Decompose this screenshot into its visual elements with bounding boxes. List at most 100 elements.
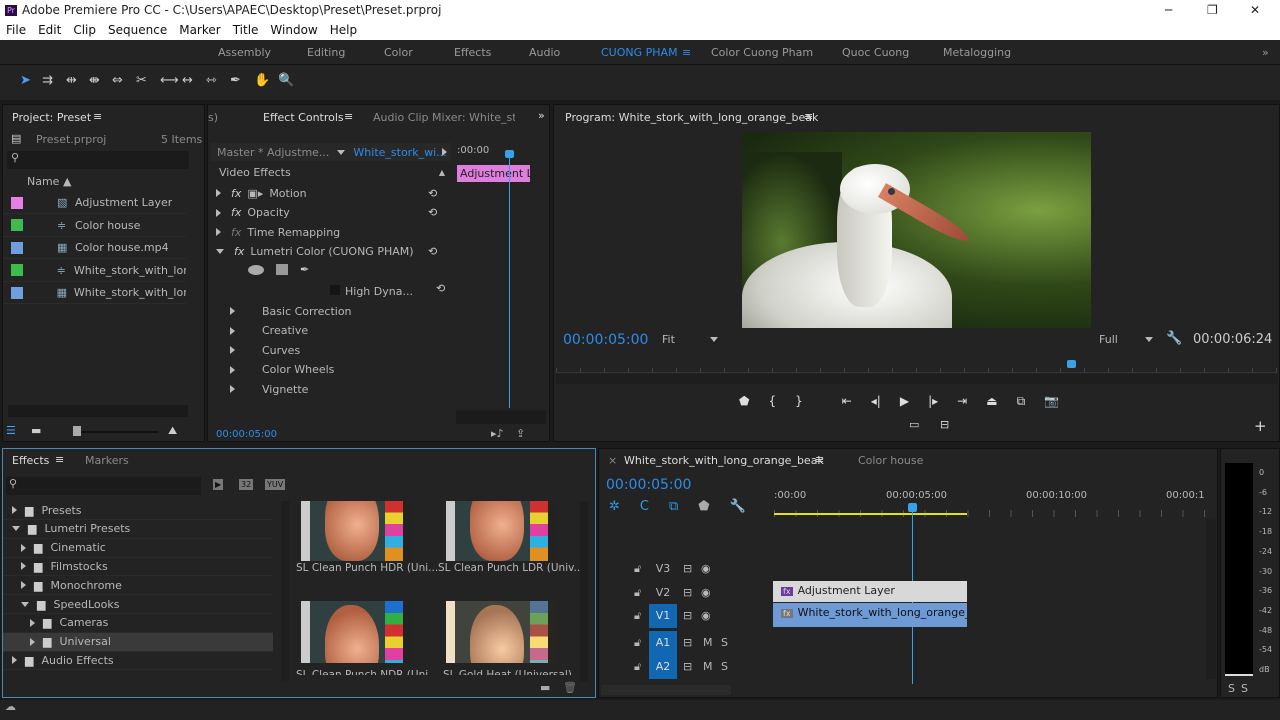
fx-toggle-icon[interactable]: fx — [231, 187, 241, 200]
collapsed-icon[interactable] — [12, 656, 17, 665]
effects-tree-item[interactable]: ▆ SpeedLooks — [3, 595, 273, 614]
work-area-bar[interactable] — [774, 513, 967, 515]
add-marker-icon[interactable]: ⬟ — [698, 499, 709, 514]
folder-up-icon[interactable]: ▤ — [11, 132, 21, 145]
close-button[interactable]: ✕ — [1250, 3, 1260, 17]
time-ruler[interactable]: :00:00 00:00:05:00 00:00:10:00 00:00:1 — [774, 487, 1214, 517]
solo-left-button[interactable]: S — [1228, 682, 1235, 695]
preset-name[interactable]: SL Clean Punch HDR (Uni... — [296, 562, 438, 574]
pen-mask-icon[interactable]: ✒ — [300, 263, 309, 276]
32bit-effects-icon[interactable]: 32 — [239, 479, 254, 490]
preset-name[interactable]: SL Clean Punch LDR (Univ... — [438, 562, 584, 574]
workspace-editing[interactable]: Editing — [307, 46, 345, 59]
button-editor-icon[interactable]: + — [1254, 417, 1267, 435]
effect-controls-tab[interactable]: Effect Controls — [263, 111, 344, 124]
panel-menu-icon[interactable]: ≡ — [93, 110, 102, 123]
more-workspaces-icon[interactable]: » — [1262, 46, 1269, 59]
project-search-input[interactable]: ⚲ — [7, 151, 189, 169]
panel-menu-icon[interactable]: ≡ — [804, 110, 813, 123]
sync-lock-icon[interactable]: ⊟ — [683, 636, 692, 649]
collapsed-icon[interactable] — [12, 506, 17, 514]
timeline-zoom-scrollbar[interactable] — [601, 685, 731, 695]
mark-in-icon[interactable]: { — [768, 394, 776, 409]
timeline-vertical-scrollbar[interactable] — [1206, 519, 1216, 679]
collapsed-icon[interactable] — [230, 365, 235, 374]
collapsed-icon[interactable] — [216, 189, 221, 197]
step-back-icon[interactable]: ◂| — [871, 394, 881, 409]
step-forward-icon[interactable]: |▸ — [928, 394, 938, 409]
project-item[interactable]: ▦ Color house.mp4 — [3, 237, 186, 259]
ellipse-mask-icon[interactable] — [248, 264, 264, 275]
solo-right-button[interactable]: S — [1241, 682, 1248, 695]
menu-edit[interactable]: Edit — [38, 23, 61, 37]
workspace-metalogging[interactable]: Metalogging — [943, 46, 1011, 59]
track-header[interactable]: 🔓︎ A1 ⊟ M S — [599, 631, 774, 655]
program-time-ruler[interactable] — [556, 361, 1278, 373]
sequence-tab[interactable]: White_stork_with_long_orange_beak — [624, 454, 824, 467]
lumetri-section[interactable]: Vignette — [208, 378, 448, 400]
lock-icon[interactable]: 🔓︎ — [634, 660, 641, 674]
collapsed-icon[interactable] — [30, 637, 35, 646]
stork-video-clip[interactable]: fx White_stork_with_long_orange_be — [773, 603, 967, 627]
sync-lock-icon[interactable]: ⊟ — [683, 660, 692, 673]
lock-icon[interactable]: 🔓︎ — [634, 636, 641, 650]
lift-icon[interactable]: ⏏ — [986, 394, 997, 409]
list-view-icon[interactable]: ☰ — [6, 424, 16, 437]
eye-icon[interactable]: ◉ — [701, 586, 711, 599]
preset-name[interactable]: SL Clean Punch NDR (Uni... — [296, 667, 438, 675]
track-target[interactable]: V3 — [649, 557, 677, 581]
preset-thumbnail[interactable] — [446, 501, 556, 561]
project-tab[interactable]: Project: Preset — [12, 111, 91, 124]
go-to-in-icon[interactable]: ⇤ — [842, 394, 852, 409]
fx-toggle-icon[interactable]: fx — [231, 206, 241, 219]
menu-marker[interactable]: Marker — [179, 23, 220, 37]
effects-tree-item[interactable]: ▆ Cinematic — [3, 539, 273, 558]
workspace-audio[interactable]: Audio — [529, 46, 560, 59]
sync-lock-icon[interactable]: ⊟ — [683, 586, 692, 599]
expanded-icon[interactable] — [216, 249, 224, 255]
expanded-icon[interactable] — [21, 601, 29, 607]
track-header[interactable]: 🔓︎ A2 ⊟ M S — [599, 655, 774, 679]
resolution-select[interactable]: Full — [1099, 333, 1153, 346]
collapsed-icon[interactable] — [21, 581, 26, 590]
mark-out-icon[interactable]: } — [795, 394, 803, 409]
preset-thumbnail[interactable] — [446, 601, 556, 663]
track-target[interactable]: A2 — [649, 655, 677, 679]
track-target[interactable]: A1 — [649, 631, 677, 655]
workspace-cuong-pham[interactable]: CUONG PHAM — [601, 46, 678, 59]
project-item[interactable]: ▧ Adjustment Layer — [3, 192, 186, 214]
comparison-view-icon[interactable]: ⊟ — [940, 418, 949, 431]
snap-icon[interactable]: C — [640, 499, 649, 514]
effects-tree-item[interactable]: ▆ Universal — [3, 632, 273, 652]
timeline-settings-icon[interactable]: 🔧 — [730, 499, 746, 514]
hdr-checkbox[interactable] — [330, 285, 340, 295]
more-tabs-icon[interactable]: » — [538, 109, 545, 122]
filter-audio-icon[interactable]: ▸♪ — [491, 427, 504, 440]
hand-tool-icon[interactable]: ✋ — [254, 73, 270, 88]
project-item[interactable]: ≑ Color house — [3, 215, 186, 237]
collapsed-icon[interactable] — [21, 543, 26, 552]
effects-tree-item[interactable]: ▆ Audio Effects — [3, 651, 273, 671]
zoom-in-icon[interactable]: ⛰ — [168, 424, 177, 438]
sync-lock-icon[interactable]: ⊟ — [683, 609, 692, 622]
workspace-quoc-cuong[interactable]: Quoc Cuong — [842, 46, 909, 59]
fx-toggle-icon[interactable]: fx — [234, 245, 244, 258]
nest-icon[interactable]: ✲ — [609, 499, 620, 514]
zoom-slider[interactable] — [73, 426, 158, 436]
icon-view-icon[interactable]: ▬ — [31, 424, 41, 437]
close-tab-icon[interactable]: × — [608, 454, 617, 467]
safe-margins-icon[interactable]: ▭ — [909, 418, 919, 431]
effects-tree-item[interactable]: ▆ Lumetri Presets — [3, 520, 273, 539]
minimize-button[interactable]: ─ — [1165, 3, 1172, 17]
program-monitor-tab[interactable]: Program: White_stork_with_long_orange_be… — [565, 111, 818, 124]
play-icon[interactable]: ▶ — [900, 394, 909, 409]
workspace-effects[interactable]: Effects — [454, 46, 491, 59]
collapsed-icon[interactable] — [30, 618, 35, 627]
presets-scrollbar[interactable] — [580, 501, 588, 681]
effect-controls-timecode[interactable]: 00:00:05:00 — [216, 429, 277, 440]
collapsed-icon[interactable] — [230, 346, 235, 355]
reset-icon[interactable]: ⟲ — [428, 187, 437, 200]
panel-menu-icon[interactable]: ≡ — [815, 453, 824, 466]
slip-tool-icon[interactable]: ⟷ — [160, 73, 179, 88]
horizontal-scrollbar[interactable] — [8, 405, 188, 417]
